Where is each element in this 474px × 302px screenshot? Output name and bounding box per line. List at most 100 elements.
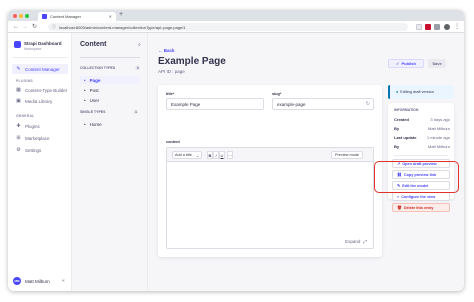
layers-icon: ≡ — [397, 194, 400, 199]
browser-tab-bar: Content Manager ✕ + — [8, 10, 464, 21]
api-id: API ID : page — [158, 69, 185, 74]
refresh-icon[interactable]: ↻ — [366, 101, 370, 107]
content-subnav: Content ⌕ COLLECTION TYPES 3 • Page • Po… — [72, 33, 148, 291]
extension-icon[interactable] — [416, 24, 422, 30]
preview-mode-button[interactable]: Preview mode — [331, 151, 363, 159]
nav-item-marketplace[interactable]: ⊞ Marketplace — [12, 133, 68, 143]
search-icon[interactable]: ⌕ — [138, 42, 141, 48]
publish-label: Publish — [401, 61, 416, 66]
subnav-item-label: Page — [89, 77, 101, 83]
underline-button[interactable]: U — [219, 151, 225, 159]
user-name: Matt Milburn — [25, 278, 50, 284]
subnav-item-post[interactable]: • Post — [80, 86, 140, 94]
brand-title: Strapi Dashboard — [24, 41, 62, 46]
address-bar[interactable]: ⓘ localhost:8000/admin/content-manager/c… — [48, 23, 408, 31]
info-icon: ● — [396, 90, 399, 94]
divider — [12, 57, 68, 58]
expand-icon: ⤢ — [363, 239, 367, 244]
strapi-app: Strapi Dashboard Workspace ✎ Content Man… — [8, 33, 464, 291]
bullet-icon: • — [84, 77, 86, 83]
info-key: Created — [394, 117, 409, 122]
nav-section-plugins: PLUGINS — [16, 79, 33, 83]
arrow-left-icon: ← — [158, 48, 163, 53]
information-heading: INFORMATION — [394, 108, 419, 112]
strapi-logo-icon — [14, 41, 21, 48]
info-key: By — [394, 144, 400, 149]
heading-select[interactable]: Add a title ⌄ — [172, 151, 202, 159]
heading-select-value: Add a title — [175, 153, 192, 157]
close-window-dot[interactable] — [13, 14, 17, 18]
info-row: By Matt Milburn — [394, 126, 450, 131]
subnav-item-label: Home — [89, 121, 102, 127]
nav-item-content-type-builder[interactable]: ▦ Content-Type Builder — [12, 85, 68, 95]
subnav-item-label: User — [89, 97, 100, 103]
more-icon[interactable]: ⋯ — [227, 151, 233, 159]
slug-field-value: example-page — [277, 101, 306, 107]
browser-toolbar: ← → ↻ ⓘ localhost:8000/admin/content-man… — [8, 21, 464, 33]
nav-item-label: Content Manager — [25, 66, 60, 72]
publish-button[interactable]: ✓ Publish — [388, 59, 424, 68]
configure-the-view-button[interactable]: ≡ Configure the view — [392, 192, 450, 201]
action-label: Configure the view — [401, 194, 436, 199]
edit-form-card: title* Example Page slug* example-page ↻… — [158, 85, 382, 257]
subnav-item-page[interactable]: • Page — [80, 76, 140, 84]
info-row: Last update 1 minute ago — [394, 135, 450, 140]
delete-entry-button[interactable]: 🗑 Delete this entry — [392, 203, 450, 212]
minimize-window-dot[interactable] — [19, 14, 23, 18]
subnav-item-home[interactable]: • Home — [80, 120, 140, 128]
brand: Strapi Dashboard Workspace — [14, 41, 62, 51]
avatar: MM — [13, 277, 21, 285]
collection-types-header[interactable]: COLLECTION TYPES 3 — [80, 66, 141, 70]
extension-icon[interactable] — [425, 24, 431, 30]
new-tab-button[interactable]: + — [119, 11, 123, 18]
close-icon[interactable]: ✕ — [109, 14, 112, 19]
info-row: By Matt Milburn — [394, 144, 450, 149]
profile-avatar[interactable] — [444, 24, 450, 30]
bullet-icon: • — [84, 87, 86, 93]
nav-section-general: GENERAL — [16, 114, 35, 118]
address-bar-url: localhost:8000/admin/content-manager/col… — [59, 24, 186, 30]
nav-item-plugins[interactable]: ✚ Plugins — [12, 121, 68, 131]
collapse-icon[interactable]: « — [62, 278, 65, 284]
collection-types-count: 3 — [135, 66, 141, 70]
bullet-icon: • — [84, 121, 86, 127]
nav-item-media-library[interactable]: ▣ Media Library — [12, 96, 68, 106]
zoom-window-dot[interactable] — [25, 14, 29, 18]
nav-item-label: Settings — [25, 147, 42, 153]
expand-button[interactable]: Expand ⤢ — [345, 239, 367, 244]
puzzle-icon: ✚ — [16, 123, 21, 129]
info-value: Matt Milburn — [427, 126, 450, 131]
more-menu-icon[interactable]: ⋮ — [454, 23, 460, 31]
brand-subtitle: Workspace — [24, 47, 42, 51]
info-row: Created 3 days ago — [394, 117, 450, 122]
main-navigation: Strapi Dashboard Workspace ✎ Content Man… — [8, 33, 72, 291]
page-title: Example Page — [158, 56, 226, 67]
gear-icon: ⚙ — [16, 147, 21, 153]
nav-item-settings[interactable]: ⚙ Settings — [12, 145, 68, 155]
reload-icon[interactable]: ↻ — [32, 23, 37, 31]
back-arrow-icon[interactable]: ← — [13, 23, 19, 31]
bullet-icon: • — [84, 97, 86, 103]
info-key: Last update — [394, 135, 417, 140]
user-menu[interactable]: MM Matt Milburn — [13, 277, 50, 285]
forward-arrow-icon[interactable]: → — [22, 23, 28, 31]
browser-tab[interactable]: Content Manager ✕ — [38, 12, 116, 21]
nav-item-label: Media Library — [25, 98, 53, 104]
save-button[interactable]: Save — [428, 59, 446, 68]
extensions-puzzle-icon[interactable] — [434, 24, 440, 30]
edit-view: ← Back Example Page API ID : page ✓ Publ… — [148, 33, 464, 291]
markdown-editor[interactable]: Add a title ⌄ B I U ⋯ Preview mode Expan… — [166, 147, 374, 249]
single-types-count: 1 — [133, 110, 139, 114]
slug-field[interactable]: example-page ↻ — [272, 98, 374, 110]
info-value: 1 minute ago — [426, 135, 450, 140]
nav-item-content-manager[interactable]: ✎ Content Manager — [12, 64, 68, 74]
single-types-label: SINGLE TYPES — [80, 110, 106, 114]
subnav-item-user[interactable]: • User — [80, 96, 140, 104]
slug-field-label: slug* — [272, 92, 282, 96]
title-field[interactable]: Example Page — [166, 98, 264, 110]
single-types-header[interactable]: SINGLE TYPES 1 — [80, 110, 139, 114]
favicon-icon — [42, 14, 47, 19]
back-link[interactable]: ← Back — [158, 48, 175, 53]
chevron-down-icon: ⌄ — [195, 153, 199, 158]
nav-item-label: Marketplace — [25, 135, 50, 141]
